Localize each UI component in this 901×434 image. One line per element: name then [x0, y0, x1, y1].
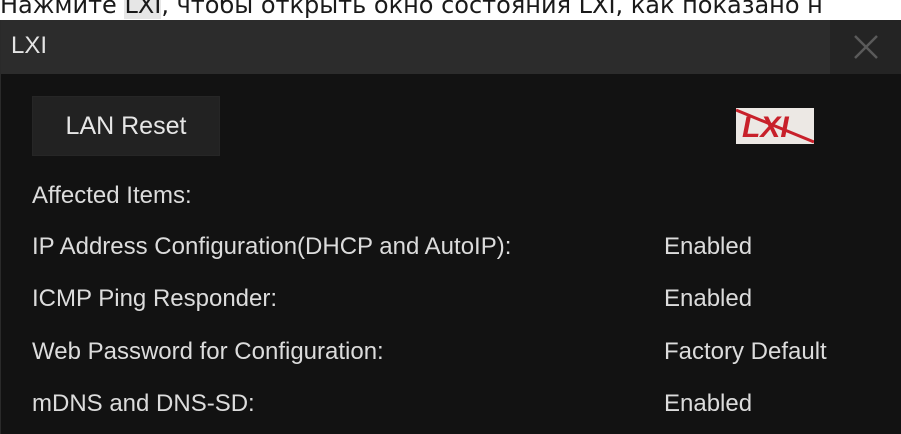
item-label-web-password: Web Password for Configuration: [32, 338, 384, 365]
lxi-logo-icon: LXI [736, 108, 814, 144]
item-label-ip-config: IP Address Configuration(DHCP and AutoIP… [32, 233, 512, 260]
item-value-icmp-ping: Enabled [664, 285, 753, 312]
instruction-caption: Нажмите LXI, чтобы открыть окно состояни… [0, 0, 901, 19]
lxi-dialog: LXI LAN Reset LXI Affected Items: IP Add… [0, 20, 901, 434]
item-value-web-password: Factory Default [664, 338, 827, 365]
item-label-icmp-ping: ICMP Ping Responder: [32, 285, 278, 312]
dialog-titlebar: LXI [1, 20, 901, 74]
item-value-mdns: Enabled [664, 390, 753, 417]
close-button[interactable] [830, 20, 901, 74]
lan-reset-button[interactable]: LAN Reset [32, 96, 220, 156]
caption-text-after: , чтобы открыть окно состояния LXI, как … [161, 0, 823, 19]
close-icon [854, 35, 878, 59]
caption-highlight-lxi: LXI [124, 0, 162, 19]
affected-items-label: Affected Items: [32, 182, 192, 209]
item-value-ip-config: Enabled [664, 233, 753, 260]
caption-text-before: Нажмите [0, 0, 125, 19]
svg-text:LXI: LXI [742, 111, 789, 144]
item-label-mdns: mDNS and DNS-SD: [32, 390, 255, 417]
dialog-title: LXI [11, 32, 48, 59]
